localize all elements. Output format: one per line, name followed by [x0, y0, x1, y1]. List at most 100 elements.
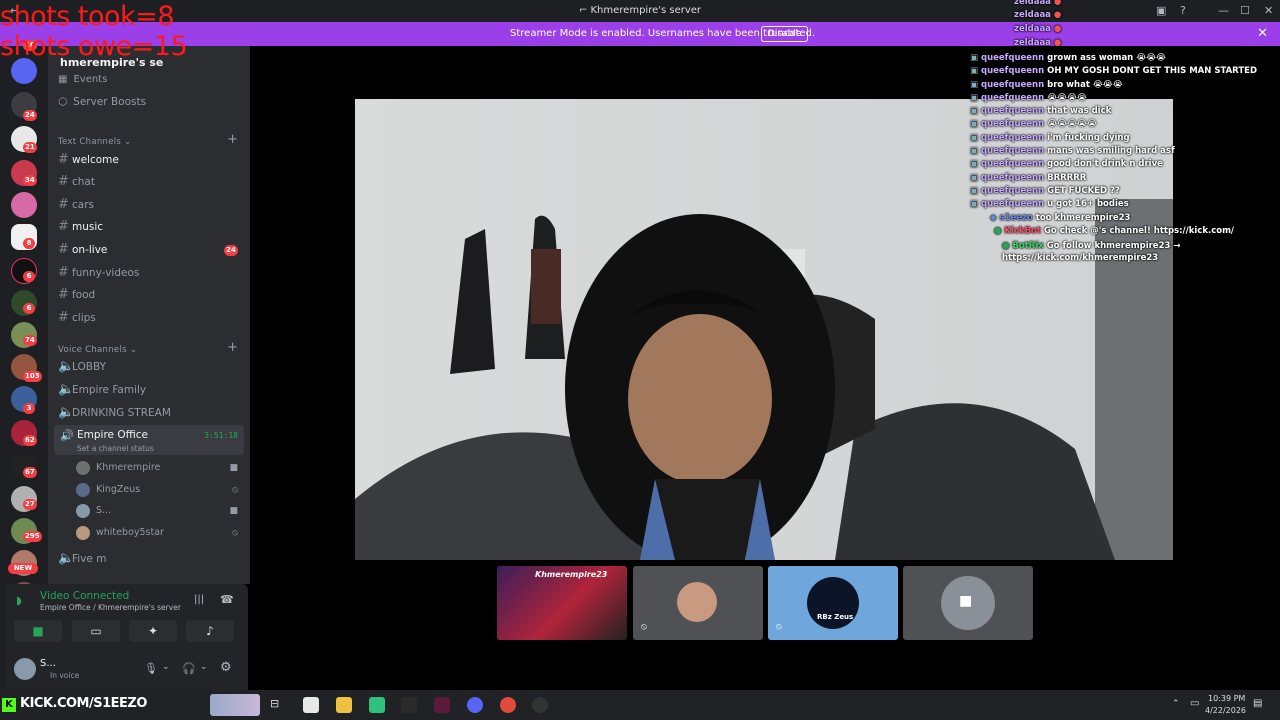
voice-user[interactable]: Khmerempire: [76, 459, 160, 477]
badge-icon: ▣: [970, 133, 979, 143]
voice-channel-drinking-stream[interactable]: 🔈DRINKING STREAM: [58, 404, 171, 422]
voice-channels-category[interactable]: Voice Channels ⌄: [58, 345, 137, 355]
voice-channel-empire-family[interactable]: 🔈Empire Family: [58, 381, 146, 399]
server-badge: 6: [23, 271, 35, 282]
server-icon[interactable]: [11, 192, 37, 218]
chat-user: queefqueenn: [981, 66, 1045, 76]
disable-button[interactable]: Disable: [761, 26, 809, 42]
microphone-icon[interactable]: 🎙: [144, 662, 158, 675]
text-channels-category[interactable]: Text Channels ⌄: [58, 137, 132, 147]
server-badge: 27: [23, 499, 37, 510]
voice-channel-lobby[interactable]: 🔈LOBBY: [58, 358, 106, 376]
chevron-down-icon[interactable]: ⌄: [162, 662, 170, 672]
chat-user: queefqueenn: [981, 106, 1045, 116]
avatar[interactable]: [14, 658, 36, 680]
emote-icon: ●: [1053, 10, 1062, 20]
server-badge: 103: [23, 371, 42, 382]
badge-icon: ▣: [970, 66, 979, 76]
channel-funny-videos[interactable]: # funny-videos: [58, 264, 139, 282]
soundboard-button[interactable]: ♪: [186, 620, 234, 642]
music-app-icon[interactable]: [303, 697, 319, 713]
boost-icon: ⬡: [58, 96, 68, 108]
create-voice-channel-icon[interactable]: +: [227, 340, 238, 355]
chat-message: ● KickBot Go check @'s channel! https://…: [994, 226, 1234, 236]
voice-channel-five[interactable]: 🔈Five m: [58, 550, 106, 568]
chat-message: ▣ queefqueenn 😭😭😭😭: [970, 93, 1087, 103]
camera-button[interactable]: ■: [14, 620, 62, 642]
obs-icon[interactable]: [532, 697, 548, 713]
participant-tile[interactable]: Khmerempire23: [497, 566, 627, 640]
discord-icon[interactable]: [467, 697, 483, 713]
chat-user: s1eezo: [999, 213, 1033, 223]
participant-tile[interactable]: ■: [903, 566, 1033, 640]
channel-cars[interactable]: # cars: [58, 196, 94, 214]
chat-text: u got 16+ bodies: [1047, 199, 1129, 209]
chat-text: good don't drink n drive: [1047, 159, 1163, 169]
avatar: [76, 525, 90, 540]
channel-status[interactable]: Set a channel status: [77, 444, 154, 453]
folder-icon[interactable]: [336, 697, 352, 713]
server-badge: 295: [23, 531, 42, 542]
channel-on-live[interactable]: # on-live: [58, 241, 107, 259]
disconnect-icon[interactable]: ☎: [220, 593, 234, 606]
voice-user[interactable]: whiteboy5star: [76, 524, 164, 542]
voice-location[interactable]: Empire Office / Khmerempire's server: [40, 603, 181, 612]
screen-share-button[interactable]: ▭: [72, 620, 120, 642]
kick-logo: K: [2, 698, 16, 712]
green-app-icon[interactable]: [369, 697, 385, 713]
channel-chat[interactable]: # chat: [58, 173, 95, 191]
voice-status[interactable]: Video Connected: [40, 590, 129, 602]
server-badge: 34: [23, 175, 37, 186]
notification-icon[interactable]: ▤: [1253, 698, 1262, 709]
brand-text: KICK.COM/S1EEZO: [20, 696, 147, 711]
app-icon[interactable]: [434, 697, 450, 713]
channel-music[interactable]: # music: [58, 218, 103, 236]
voice-user-name: KingZeus: [96, 484, 141, 495]
server-boosts-item[interactable]: ⬡ Server Boosts: [58, 93, 146, 111]
muted-mic-icon: ⦸: [232, 528, 238, 538]
hash-icon: #: [58, 265, 69, 280]
task-view-icon[interactable]: ⊟: [270, 697, 286, 713]
weather-widget[interactable]: [210, 694, 260, 716]
channel-food[interactable]: # food: [58, 286, 95, 304]
chevron-down-icon[interactable]: ⌄: [200, 662, 208, 672]
tray-chevron-icon[interactable]: ⌃: [1172, 699, 1180, 709]
emote-icon: ●: [1053, 0, 1062, 7]
camera-icon: ■: [959, 593, 973, 609]
badge-icon: ▣: [970, 106, 979, 116]
chat-message: ▣ queefqueenn u got 16+ bodies: [970, 199, 1129, 209]
headphones-icon[interactable]: 🎧: [182, 662, 196, 675]
chrome-icon[interactable]: [500, 697, 516, 713]
speaker-icon: 🔈: [58, 382, 75, 397]
channel-welcome[interactable]: # welcome: [58, 151, 119, 169]
voice-user[interactable]: S...: [76, 502, 111, 520]
network-icon[interactable]: ▭: [1190, 698, 1199, 709]
chat-user: queefqueenn: [981, 93, 1045, 103]
create-channel-icon[interactable]: +: [227, 132, 238, 147]
voice-user[interactable]: KingZeus: [76, 481, 140, 499]
badge-icon: ▣: [970, 199, 979, 209]
badge-icon: ●: [994, 226, 1002, 236]
participant-tile[interactable]: RBz Zeus ⦸: [768, 566, 898, 640]
participant-tile[interactable]: ⦸: [633, 566, 763, 640]
channel-clips[interactable]: # clips: [58, 309, 96, 327]
chat-message: ● BotRix Go follow khmerempire23 → https…: [1002, 240, 1272, 264]
noise-suppression-icon[interactable]: |||: [194, 594, 204, 605]
hash-icon: #: [58, 310, 69, 325]
epic-games-icon[interactable]: [401, 697, 417, 713]
speaker-icon: 🔊: [60, 429, 74, 442]
shots-owe-text: shots owe=15: [0, 31, 188, 62]
clock-date[interactable]: 4/22/2026: [1205, 706, 1246, 715]
active-voice-channel[interactable]: 🔊 Empire Office 3:51:18 Set a channel st…: [54, 425, 244, 455]
chat-user: zeldaaa: [1014, 38, 1051, 48]
clock-time[interactable]: 10:39 PM: [1208, 694, 1245, 703]
events-item[interactable]: ▦ Events: [58, 71, 107, 89]
category-label: Voice Channels: [58, 345, 127, 355]
chat-message: ▣ queefqueenn GET FUCKED ??: [970, 186, 1120, 196]
activities-button[interactable]: ✦: [129, 620, 177, 642]
chat-user: queefqueenn: [981, 186, 1045, 196]
chat-user: BotRix: [1012, 241, 1044, 251]
gear-icon[interactable]: ⚙: [220, 660, 232, 675]
channel-label: DRINKING STREAM: [72, 407, 171, 419]
tile-label: RBz Zeus: [817, 613, 854, 621]
